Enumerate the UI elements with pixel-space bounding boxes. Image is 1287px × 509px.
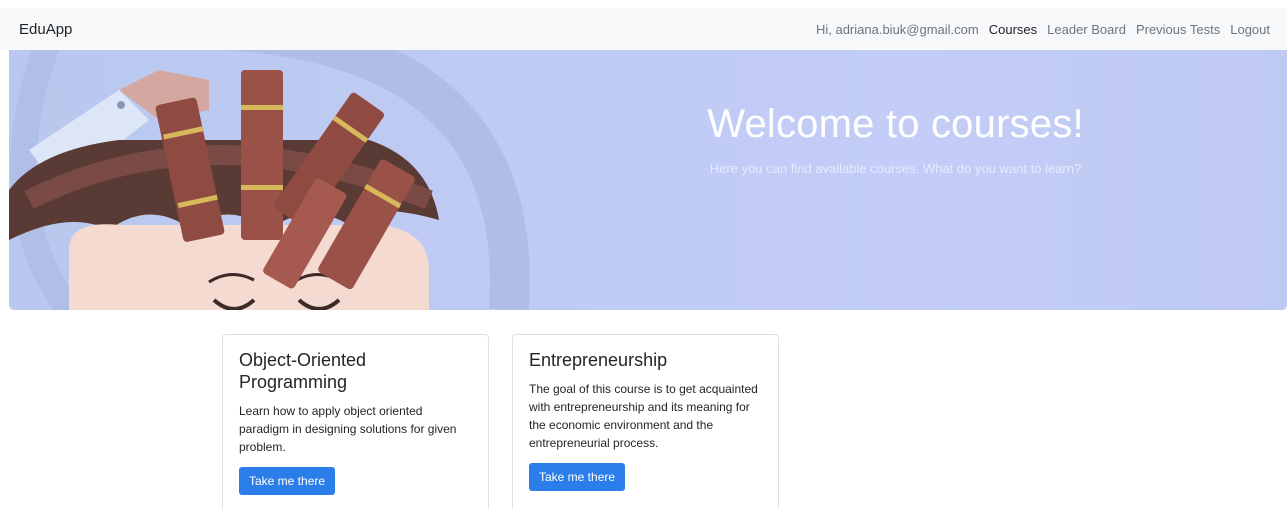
course-description: Learn how to apply object oriented parad… xyxy=(239,404,457,454)
hero-title: Welcome to courses! xyxy=(707,102,1084,146)
course-title: Object-Oriented Programming xyxy=(239,350,367,392)
hero-banner: Welcome to courses! Here you can find av… xyxy=(9,50,1287,310)
brand-link[interactable]: EduApp xyxy=(19,21,72,38)
books-head-illustration xyxy=(9,50,529,310)
nav-links: Hi, adriana.biuk@gmail.com Courses Leade… xyxy=(816,22,1270,37)
take-me-there-button[interactable]: Take me there xyxy=(239,467,336,495)
course-card-oop: Object-Oriented Programming Learn how to… xyxy=(222,334,489,509)
course-card-entrepreneurship: Entrepreneurship The goal of this course… xyxy=(512,334,779,509)
course-description: The goal of this course is to get acquai… xyxy=(529,382,758,450)
hero-subtitle: Here you can find available courses. Wha… xyxy=(709,161,1082,176)
nav-logout[interactable]: Logout xyxy=(1230,22,1270,37)
navbar: EduApp Hi, adriana.biuk@gmail.com Course… xyxy=(0,8,1287,50)
nav-courses[interactable]: Courses xyxy=(989,22,1037,37)
take-me-there-button[interactable]: Take me there xyxy=(529,463,626,491)
nav-leader-board[interactable]: Leader Board xyxy=(1047,22,1126,37)
user-greeting: Hi, adriana.biuk@gmail.com xyxy=(815,21,979,37)
nav-previous-tests[interactable]: Previous Tests xyxy=(1136,22,1220,37)
course-title: Entrepreneurship xyxy=(529,350,668,370)
